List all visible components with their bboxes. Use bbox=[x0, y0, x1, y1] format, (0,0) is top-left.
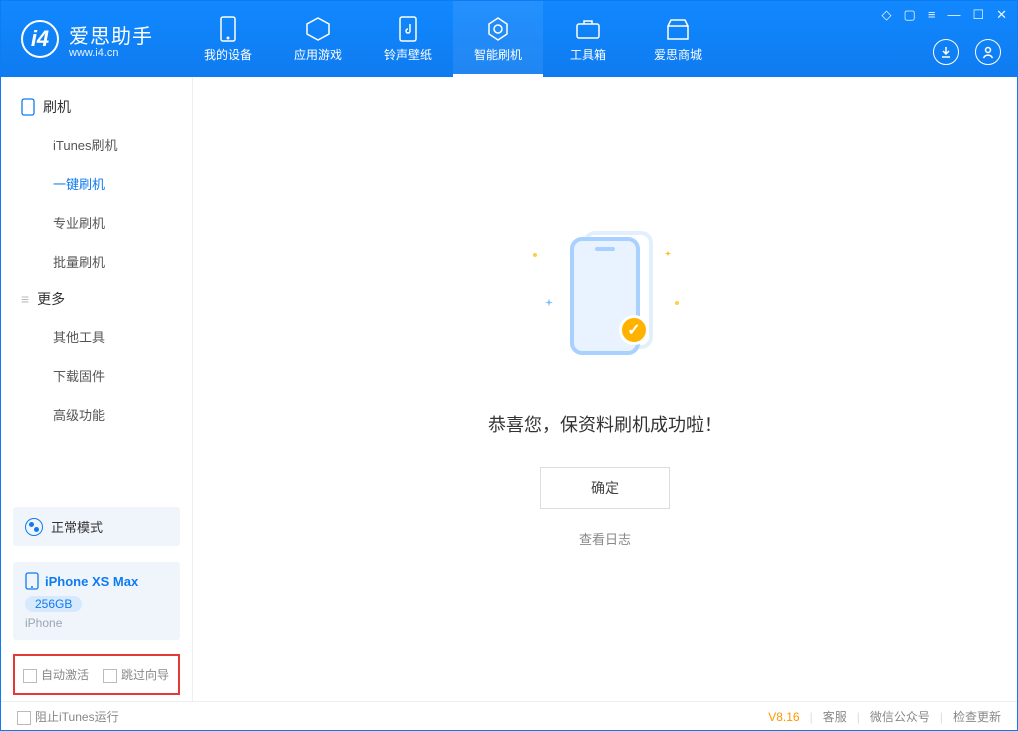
user-button[interactable] bbox=[975, 39, 1001, 65]
sidebar-item-pro[interactable]: 专业刷机 bbox=[1, 203, 192, 242]
storage-badge: 256GB bbox=[25, 596, 82, 612]
shirt-icon[interactable]: ◇ bbox=[882, 7, 892, 23]
tab-apps[interactable]: 应用游戏 bbox=[273, 1, 363, 77]
app-name: 爱思助手 bbox=[69, 26, 153, 48]
ok-button[interactable]: 确定 bbox=[540, 467, 670, 509]
sidebar-section-flash: 刷机 bbox=[1, 89, 192, 125]
app-icon bbox=[305, 16, 331, 42]
sidebar-section-more: ≡ 更多 bbox=[1, 281, 192, 317]
tab-flash[interactable]: 智能刷机 bbox=[453, 1, 543, 77]
menu-icon[interactable]: ≡ bbox=[928, 7, 936, 23]
main-tabs: 我的设备 应用游戏 铃声壁纸 智能刷机 工具箱 爱思商城 bbox=[183, 1, 723, 77]
success-illustration: ✓ bbox=[515, 231, 695, 371]
status-bar: 阻止iTunes运行 V8.16 | 客服 | 微信公众号 | 检查更新 bbox=[1, 701, 1017, 731]
sidebar-item-itunes[interactable]: iTunes刷机 bbox=[1, 125, 192, 164]
logo-icon: i4 bbox=[21, 20, 59, 58]
device-small-icon bbox=[25, 572, 39, 590]
footer-link-support[interactable]: 客服 bbox=[823, 708, 847, 725]
main-content: ✓ 恭喜您，保资料刷机成功啦！ 确定 查看日志 bbox=[193, 77, 1017, 701]
view-log-link[interactable]: 查看日志 bbox=[579, 529, 631, 548]
tab-toolbox[interactable]: 工具箱 bbox=[543, 1, 633, 77]
device-icon bbox=[215, 16, 241, 42]
phone-outline-icon bbox=[21, 98, 35, 116]
options-row: 自动激活 跳过向导 bbox=[13, 654, 180, 695]
success-message: 恭喜您，保资料刷机成功啦！ bbox=[488, 411, 722, 437]
mode-icon bbox=[25, 518, 43, 536]
header-actions bbox=[933, 39, 1001, 65]
maximize-button[interactable]: ☐ bbox=[972, 7, 984, 23]
footer-link-update[interactable]: 检查更新 bbox=[953, 708, 1001, 725]
device-type: iPhone bbox=[25, 616, 168, 630]
window-controls: ◇ ▢ ≡ — ☐ ✕ bbox=[882, 7, 1007, 23]
checkbox-block-itunes[interactable]: 阻止iTunes运行 bbox=[17, 708, 119, 725]
footer-link-wechat[interactable]: 微信公众号 bbox=[870, 708, 930, 725]
sidebar: 刷机 iTunes刷机 一键刷机 专业刷机 批量刷机 ≡ 更多 其他工具 下载固… bbox=[1, 77, 193, 701]
close-button[interactable]: ✕ bbox=[996, 7, 1007, 23]
minimize-button[interactable]: — bbox=[947, 7, 960, 23]
sidebar-item-othertools[interactable]: 其他工具 bbox=[1, 317, 192, 356]
logo-block: i4 爱思助手 www.i4.cn bbox=[1, 20, 173, 59]
checkbox-skip-guide[interactable]: 跳过向导 bbox=[103, 666, 169, 683]
app-header: i4 爱思助手 www.i4.cn 我的设备 应用游戏 铃声壁纸 智能刷机 工具… bbox=[1, 1, 1017, 77]
sidebar-item-advanced[interactable]: 高级功能 bbox=[1, 395, 192, 434]
checkbox-auto-activate[interactable]: 自动激活 bbox=[23, 666, 89, 683]
toolbox-icon bbox=[575, 16, 601, 42]
store-icon bbox=[665, 16, 691, 42]
sidebar-item-firmware[interactable]: 下载固件 bbox=[1, 356, 192, 395]
checkmark-badge-icon: ✓ bbox=[619, 315, 649, 345]
music-icon bbox=[395, 16, 421, 42]
sidebar-item-batch[interactable]: 批量刷机 bbox=[1, 242, 192, 281]
device-card[interactable]: iPhone XS Max 256GB iPhone bbox=[13, 562, 180, 640]
list-icon: ≡ bbox=[21, 291, 29, 307]
download-button[interactable] bbox=[933, 39, 959, 65]
sidebar-item-oneclick[interactable]: 一键刷机 bbox=[1, 164, 192, 203]
flash-icon bbox=[485, 16, 511, 42]
tab-my-device[interactable]: 我的设备 bbox=[183, 1, 273, 77]
tab-store[interactable]: 爱思商城 bbox=[633, 1, 723, 77]
mode-indicator[interactable]: 正常模式 bbox=[13, 507, 180, 546]
app-url: www.i4.cn bbox=[69, 47, 153, 59]
version-label: V8.16 bbox=[768, 710, 799, 724]
tab-ringtones[interactable]: 铃声壁纸 bbox=[363, 1, 453, 77]
feedback-icon[interactable]: ▢ bbox=[904, 7, 916, 23]
